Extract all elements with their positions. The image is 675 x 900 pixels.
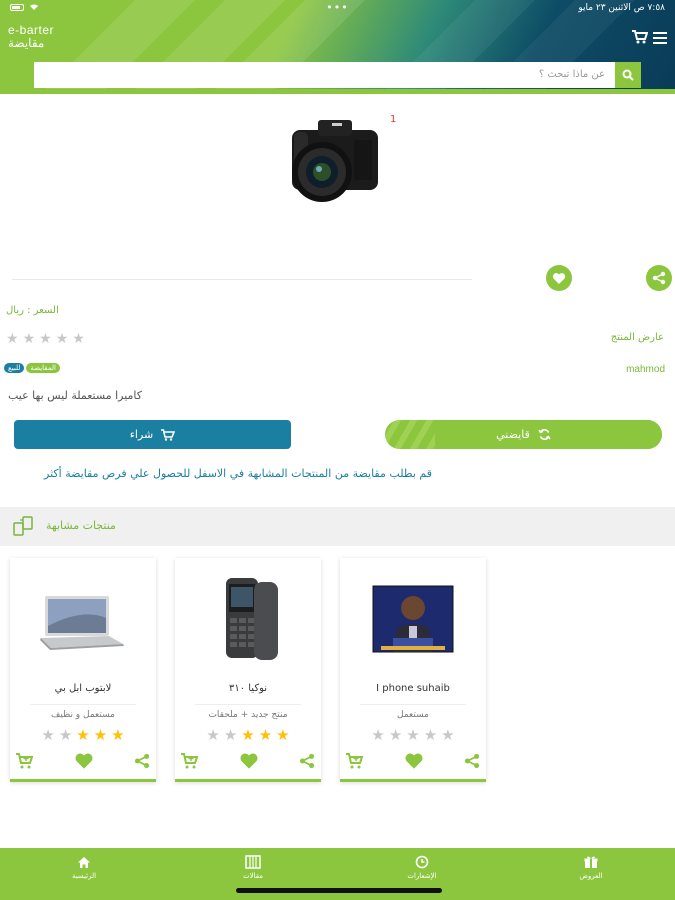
home-icon xyxy=(78,856,90,868)
product-rating: ★ ★ ★ ★ ★ xyxy=(175,728,321,743)
share-icon[interactable] xyxy=(299,753,315,769)
similar-products-title: منتجات مشابهة xyxy=(46,519,116,532)
star-icon: ★ xyxy=(371,726,385,744)
star-icon: ★ xyxy=(93,726,108,744)
barter-button-label: قايضني xyxy=(496,428,530,441)
wifi-icon xyxy=(30,4,38,10)
buy-button-label: شراء xyxy=(129,428,154,441)
product-image[interactable] xyxy=(282,110,388,210)
product-thumbnail xyxy=(372,585,454,653)
add-to-cart-icon[interactable] xyxy=(346,753,364,769)
product-condition: منتج جديد + ملحقات xyxy=(208,710,288,720)
star-icon: ★ xyxy=(111,726,125,744)
nav-notifications[interactable]: الإشعارات xyxy=(382,854,462,880)
star-icon: ★ xyxy=(441,726,455,744)
share-button[interactable] xyxy=(646,265,672,291)
product-badges: للبيع المقايضة xyxy=(4,363,60,373)
battery-icon xyxy=(10,3,24,11)
status-bar: ••• ٧:٥٨ ص الاثنين ٢٣ مايو xyxy=(10,1,665,15)
product-card[interactable]: لابتوب ابل بي مستعمل و نظيف ★ ★ ★ ★ ★ xyxy=(10,558,156,782)
nav-sections[interactable]: مقالات xyxy=(213,854,293,880)
star-icon: ★ xyxy=(39,331,52,347)
star-icon: ★ xyxy=(276,726,290,744)
product-description: كاميرا مستعملة ليس بها عيب xyxy=(8,389,143,402)
product-rating: ★ ★ ★ ★ ★ xyxy=(10,728,156,743)
menu-icon[interactable] xyxy=(653,32,667,44)
star-icon: ★ xyxy=(6,331,19,347)
star-icon: ★ xyxy=(58,726,73,744)
product-condition: مستعمل xyxy=(397,710,429,720)
nav-sections-label: مقالات xyxy=(242,872,263,880)
add-to-cart-icon[interactable] xyxy=(181,753,199,769)
star-icon: ★ xyxy=(41,726,55,744)
product-card[interactable]: I phone suhaib مستعمل ★ ★ ★ ★ ★ xyxy=(340,558,486,782)
cart-icon[interactable] xyxy=(632,30,648,44)
star-icon: ★ xyxy=(258,726,273,744)
share-icon[interactable] xyxy=(464,753,480,769)
badge-sale: للبيع xyxy=(4,363,25,373)
product-thumbnail xyxy=(226,578,278,660)
nav-home[interactable]: الرئيسية xyxy=(44,854,124,880)
share-icon[interactable] xyxy=(134,753,150,769)
logo-text-arabic: مقايضة xyxy=(8,35,45,50)
heart-icon[interactable] xyxy=(404,752,424,770)
nav-offers-label: العروض xyxy=(579,872,603,880)
product-card[interactable]: نوكيا ٣١٠ منتج جديد + ملحقات ★ ★ ★ ★ ★ xyxy=(175,558,321,782)
image-counter: 1 xyxy=(390,114,397,125)
exchange-icon xyxy=(538,429,551,440)
logo-text-latin: e-barter xyxy=(8,23,55,37)
similar-products-header: منتجات مشابهة xyxy=(0,507,675,546)
offerer-username[interactable]: mahmod xyxy=(626,364,665,375)
search-input[interactable]: عن ماذا تبحث ؟ xyxy=(539,69,605,80)
clock-icon xyxy=(415,855,429,869)
favorite-button[interactable] xyxy=(546,265,572,291)
star-icon: ★ xyxy=(72,331,85,347)
product-name: I phone suhaib xyxy=(376,683,450,694)
product-price: السعر : ريال xyxy=(6,305,59,316)
star-icon: ★ xyxy=(406,726,420,744)
heart-icon xyxy=(552,272,566,284)
product-condition: مستعمل و نظيف xyxy=(51,710,115,720)
divider xyxy=(12,279,472,280)
nav-notifications-label: الإشعارات xyxy=(407,872,437,880)
star-icon: ★ xyxy=(76,726,90,744)
gift-icon xyxy=(584,856,598,868)
barter-hint: قم بطلب مقايضة من المنتجات المشابهة في ا… xyxy=(44,467,432,480)
product-rating: ★ ★ ★ ★ ★ xyxy=(340,728,486,743)
similar-products-icon xyxy=(13,516,33,536)
nav-home-label: الرئيسية xyxy=(71,872,97,880)
heart-icon[interactable] xyxy=(74,752,94,770)
product-thumbnail xyxy=(40,596,124,650)
app-header: ••• ٧:٥٨ ص الاثنين ٢٣ مايو e-barter مقاي… xyxy=(0,0,675,94)
badge-barter: المقايضة xyxy=(26,363,60,373)
product-name: لابتوب ابل بي xyxy=(54,683,112,694)
status-time: ٧:٥٨ ص الاثنين ٢٣ مايو xyxy=(578,3,665,13)
offerer-label: عارض المنتج xyxy=(610,332,664,343)
barter-button[interactable]: قايضني xyxy=(385,420,662,449)
add-to-cart-icon xyxy=(161,428,176,441)
star-icon: ★ xyxy=(423,726,438,744)
book-icon xyxy=(245,855,261,869)
home-indicator[interactable] xyxy=(236,888,442,893)
search-bar: عن ماذا تبحث ؟ xyxy=(34,62,641,88)
product-rating: ★ ★ ★ ★ ★ xyxy=(6,332,85,346)
search-button[interactable] xyxy=(615,62,641,88)
share-icon xyxy=(652,271,666,285)
star-icon: ★ xyxy=(206,726,220,744)
status-dots: ••• xyxy=(326,1,349,14)
app-logo[interactable]: e-barter مقايضة xyxy=(8,24,54,49)
star-icon: ★ xyxy=(241,726,255,744)
nav-offers[interactable]: العروض xyxy=(551,854,631,880)
heart-icon[interactable] xyxy=(239,752,259,770)
search-icon xyxy=(622,69,634,81)
star-icon: ★ xyxy=(223,726,238,744)
star-icon: ★ xyxy=(22,331,36,347)
add-to-cart-icon[interactable] xyxy=(16,753,34,769)
star-icon: ★ xyxy=(55,331,69,347)
product-name: نوكيا ٣١٠ xyxy=(228,683,268,694)
buy-button[interactable]: شراء xyxy=(14,420,291,449)
star-icon: ★ xyxy=(388,726,403,744)
